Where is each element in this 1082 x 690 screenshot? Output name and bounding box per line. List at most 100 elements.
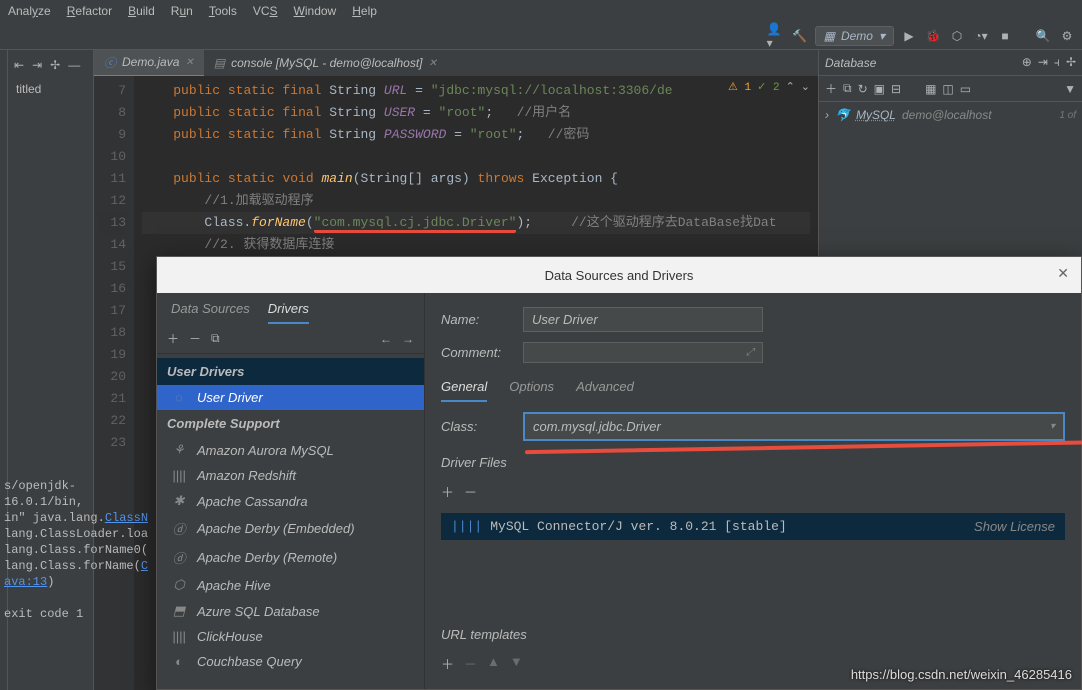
datasources-dialog: Data Sources and Drivers ✕ Data Sources … xyxy=(156,256,1082,690)
down-icon[interactable]: ⌄ xyxy=(801,80,810,94)
jar-icon: |||| xyxy=(451,519,482,534)
add-icon[interactable]: ＋ xyxy=(441,654,454,673)
down-icon[interactable]: ▼ xyxy=(510,654,523,673)
debug-icon[interactable]: 🐞 xyxy=(924,27,942,45)
class-select[interactable]: com.mysql.jdbc.Driver ▾ xyxy=(523,412,1065,441)
split-icon[interactable]: ⫞ xyxy=(1054,55,1060,70)
tab-advanced[interactable]: Advanced xyxy=(576,379,634,402)
up-icon[interactable]: ⌃ xyxy=(786,80,795,94)
add-icon[interactable]: ＋ xyxy=(825,80,837,97)
forward-icon[interactable]: → xyxy=(402,332,414,346)
copy-icon[interactable]: ⧉ xyxy=(211,331,220,346)
menu-analyze[interactable]: Analyze xyxy=(8,4,51,18)
driver-item[interactable]: ||||ClickHouse xyxy=(157,624,424,649)
tab-options[interactable]: Options xyxy=(509,379,554,402)
section-user-drivers: User Drivers xyxy=(157,358,424,385)
run-config-selector[interactable]: ▦ Demo ▾ xyxy=(815,26,894,46)
remove-icon[interactable]: － xyxy=(464,654,477,673)
expand-icon[interactable]: ⤢ xyxy=(746,347,754,358)
collapse-icon[interactable]: ⇤ xyxy=(14,58,24,72)
driver-icon: ⓓ xyxy=(171,548,187,567)
driver-item[interactable]: ⬒Azure SQL Database xyxy=(157,598,424,624)
tab-data-sources[interactable]: Data Sources xyxy=(171,301,250,324)
expand-icon[interactable]: ⇥ xyxy=(32,58,42,72)
database-title: Database xyxy=(825,56,876,70)
menu-tools[interactable]: Tools xyxy=(209,4,237,18)
warning-badge: ⚠ 1 xyxy=(728,80,751,94)
menu-window[interactable]: Window xyxy=(294,4,337,18)
driver-item[interactable]: ⓓApache Derby (Remote) xyxy=(157,543,424,572)
driver-item[interactable]: ⓓApache Derby (Embedded) xyxy=(157,514,424,543)
settings-icon[interactable]: ⚙ xyxy=(1058,27,1076,45)
revert-icon[interactable]: ⊟ xyxy=(891,82,901,96)
dialog-titlebar: Data Sources and Drivers ✕ xyxy=(157,257,1081,293)
back-icon[interactable]: ← xyxy=(380,332,392,346)
close-icon[interactable]: ✕ xyxy=(429,58,437,69)
menu-vcs[interactable]: VCS xyxy=(253,4,278,18)
stop-icon[interactable]: ▣ xyxy=(874,82,885,96)
driver-item-user[interactable]: ◌User Driver xyxy=(157,385,424,410)
driver-icon: ⬡ xyxy=(171,577,187,593)
close-icon[interactable]: ✕ xyxy=(185,57,193,68)
menu-help[interactable]: Help xyxy=(352,4,377,18)
tab-general[interactable]: General xyxy=(441,379,487,402)
table-icon[interactable]: ▦ xyxy=(925,82,936,96)
driver-icon: ◌ xyxy=(171,390,187,405)
run-config-label: Demo xyxy=(841,29,873,43)
filter-icon[interactable]: ▼ xyxy=(1064,82,1076,96)
console-icon: ▤ xyxy=(214,56,225,70)
add-icon[interactable]: ＋ xyxy=(441,482,454,501)
editor-tabs: ⓒ Demo.java ✕ ▤ console [MySQL - demo@lo… xyxy=(94,50,818,76)
name-input[interactable] xyxy=(523,307,763,332)
user-icon[interactable]: 👤▾ xyxy=(767,27,785,45)
name-label: Name: xyxy=(441,312,511,327)
target-icon[interactable]: ⊕ xyxy=(1022,55,1032,70)
data-icon[interactable]: ▭ xyxy=(960,82,971,96)
refresh-icon[interactable]: ↻ xyxy=(858,82,868,96)
driver-item[interactable]: ⚘Amazon Aurora MySQL xyxy=(157,437,424,463)
driver-item[interactable]: ✱Apache Cassandra xyxy=(157,488,424,514)
driver-item[interactable]: ◐Couchbase Query xyxy=(157,649,424,674)
menu-run[interactable]: Run xyxy=(171,4,193,18)
remove-icon[interactable]: － xyxy=(189,330,201,347)
gear-icon[interactable]: ✢ xyxy=(50,58,60,72)
java-icon: ⓒ xyxy=(104,54,116,71)
menubar: Analyze Refactor Build Run Tools VCS Win… xyxy=(0,0,1082,22)
comment-input[interactable]: ⤢ xyxy=(523,342,763,363)
chevron-down-icon: ▾ xyxy=(1050,421,1055,432)
chevron-right-icon: › xyxy=(825,108,829,122)
remove-icon[interactable]: － xyxy=(464,482,477,501)
copy-icon[interactable]: ⧉ xyxy=(843,81,852,96)
db-tree-item[interactable]: › 🐬 MySQL demo@localhost 1 of xyxy=(825,108,1076,122)
driver-icon: ⚘ xyxy=(171,442,187,458)
url-templates-label: URL templates xyxy=(441,627,1065,642)
console-output: s/openjdk-16.0.1/bin,in" java.lang.Class… xyxy=(0,474,156,626)
coverage-icon[interactable]: ⬡ xyxy=(948,27,966,45)
profile-icon[interactable]: ◔▾ xyxy=(972,27,990,45)
driver-file-row[interactable]: |||| MySQL Connector/J ver. 8.0.21 [stab… xyxy=(441,513,1065,540)
view-icon[interactable]: ◫ xyxy=(942,82,953,96)
menu-refactor[interactable]: Refactor xyxy=(67,4,112,18)
stop-icon[interactable]: ■ xyxy=(996,27,1014,45)
driver-icon: |||| xyxy=(171,629,187,644)
inspection-badges[interactable]: ⚠ 1 ✓ 2 ⌃ ⌄ xyxy=(728,80,810,94)
driver-item[interactable]: ||||Amazon Redshift xyxy=(157,463,424,488)
collapse-icon[interactable]: ⇥ xyxy=(1038,55,1048,70)
menu-build[interactable]: Build xyxy=(128,4,155,18)
hammer-icon[interactable]: 🔨 xyxy=(791,27,809,45)
project-item[interactable]: titled xyxy=(12,76,89,102)
run-icon[interactable]: ▶ xyxy=(900,27,918,45)
tab-drivers[interactable]: Drivers xyxy=(268,301,309,324)
tab-demo-java[interactable]: ⓒ Demo.java ✕ xyxy=(94,50,204,77)
driver-item[interactable]: ⬡Apache Hive xyxy=(157,572,424,598)
show-license-button[interactable]: Show License xyxy=(974,519,1055,534)
hide-icon[interactable]: — xyxy=(68,58,80,72)
ok-badge: ✓ 2 xyxy=(757,80,779,94)
search-icon[interactable]: 🔍 xyxy=(1034,27,1052,45)
close-icon[interactable]: ✕ xyxy=(1057,265,1069,282)
tab-console[interactable]: ▤ console [MySQL - demo@localhost] ✕ xyxy=(204,52,447,74)
add-icon[interactable]: ＋ xyxy=(167,330,179,347)
dialog-title: Data Sources and Drivers xyxy=(545,268,694,283)
up-icon[interactable]: ▲ xyxy=(487,654,500,673)
gear-icon[interactable]: ✢ xyxy=(1066,55,1076,70)
